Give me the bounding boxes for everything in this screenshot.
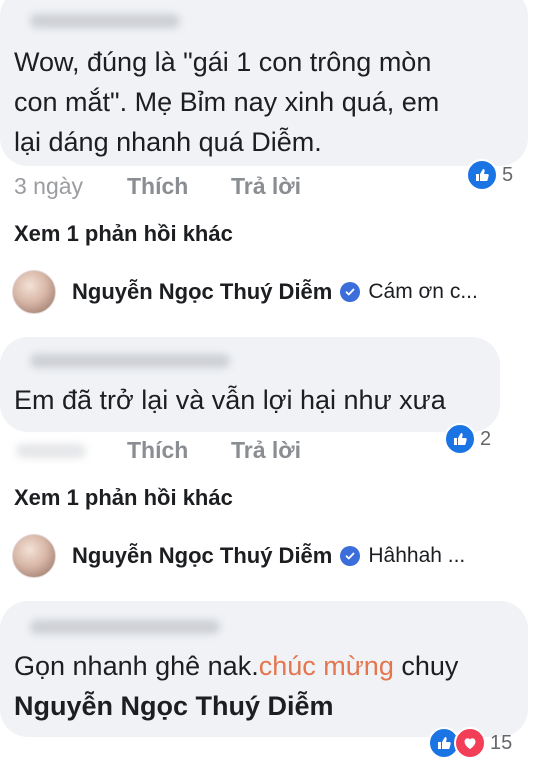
reaction-summary[interactable]: 2: [444, 423, 492, 455]
reaction-count: 5: [502, 163, 514, 186]
check-badge-icon: [340, 282, 361, 302]
blurred-commenter-name: [30, 354, 230, 368]
thumbs-up-icon: [444, 423, 476, 455]
reply-button[interactable]: Trả lời: [231, 173, 301, 200]
comment-text-line: con mắt". Mẹ Bỉm nay xinh quá, em: [14, 87, 440, 117]
like-button[interactable]: Thích: [127, 173, 188, 200]
comment-text: chuy: [393, 651, 459, 681]
reply-preview[interactable]: Nguyễn Ngọc Thuý Diễm Cám ơn c...: [12, 269, 478, 315]
comment-text-line: Gọn nhanh ghê nak.chúc mừng chuy: [14, 646, 458, 686]
reply-author-name[interactable]: Nguyễn Ngọc Thuý Diễm: [72, 543, 332, 569]
reply-text: Hâhhah ...: [368, 544, 466, 567]
reply-text: Cám ơn c...: [368, 280, 478, 303]
comment-text-line: Em đã trở lại và vẫn lợi hại như xưa: [14, 385, 446, 415]
blurred-commenter-name: [30, 620, 220, 634]
reply-button[interactable]: Trả lời: [231, 437, 301, 464]
comment-text: Gọn nhanh ghê nak.: [14, 651, 259, 681]
hashtag-highlight[interactable]: chúc mừng: [259, 651, 394, 681]
view-more-replies-link[interactable]: Xem 1 phản hồi khác: [14, 485, 233, 511]
check-badge-icon: [340, 546, 361, 566]
view-more-replies-link[interactable]: Xem 1 phản hồi khác: [14, 221, 233, 247]
comment-text-line: Wow, đúng là "gái 1 con trông mòn: [14, 47, 432, 77]
reaction-summary[interactable]: 15: [428, 727, 513, 759]
comment-text-line: lại dáng nhanh quá Diễm.: [14, 127, 322, 157]
reply-preview[interactable]: Nguyễn Ngọc Thuý Diễm Hâhhah ...: [12, 533, 465, 579]
avatar: [12, 270, 56, 314]
blurred-commenter-name: [30, 14, 180, 28]
blurred-timestamp: [16, 444, 86, 458]
like-button[interactable]: Thích: [127, 437, 188, 464]
thumbs-up-icon: [466, 159, 498, 191]
reply-author-name[interactable]: Nguyễn Ngọc Thuý Diễm: [72, 279, 332, 305]
comment-timestamp[interactable]: 3 ngày: [14, 173, 83, 200]
reaction-count: 15: [490, 731, 513, 754]
mention-link[interactable]: Nguyễn Ngọc Thuý Diễm: [14, 686, 334, 726]
reaction-count: 2: [480, 427, 492, 450]
heart-icon: [454, 727, 486, 759]
reaction-summary[interactable]: 5: [466, 159, 514, 191]
avatar: [12, 534, 56, 578]
